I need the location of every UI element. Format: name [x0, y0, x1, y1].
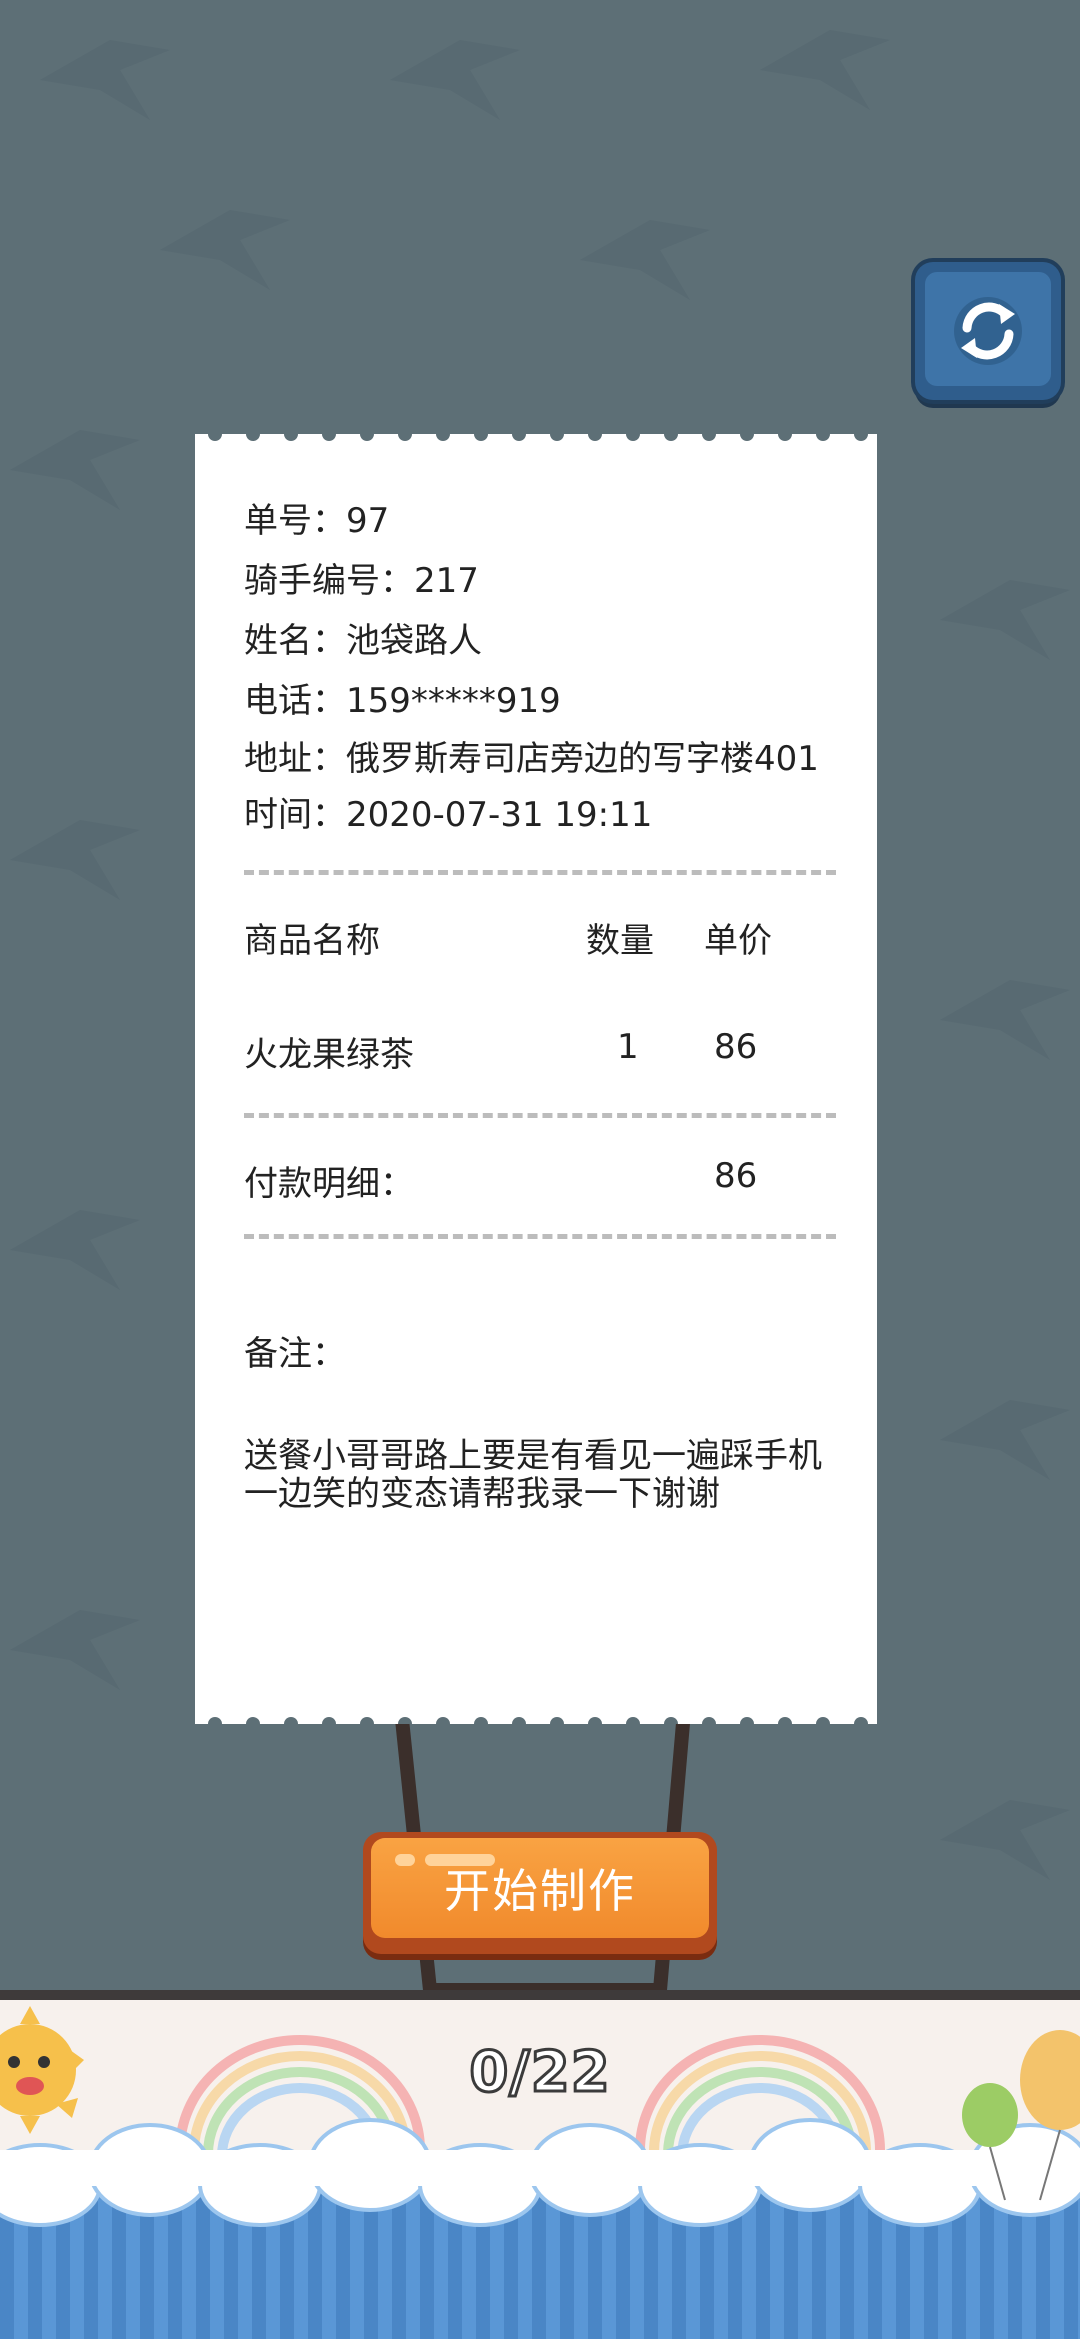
note-label: 备注：	[244, 1334, 346, 1374]
bird-silhouette-icon	[10, 1210, 140, 1290]
rider-number: 骑手编号：217	[244, 561, 479, 601]
bird-silhouette-icon	[390, 40, 520, 120]
customer-name: 姓名：池袋路人	[244, 621, 482, 661]
divider	[244, 1234, 836, 1239]
bird-silhouette-icon	[10, 820, 140, 900]
counter-edge	[0, 1990, 1080, 2000]
bird-silhouette-icon	[160, 210, 290, 290]
item-quantity: 1	[617, 1027, 639, 1067]
item-row: 火龙果绿茶 1 86	[244, 1027, 836, 1075]
note-text: 送餐小哥哥路上要是有看见一遍踩手机一边笑的变态请帮我录一下谢谢	[244, 1436, 822, 1514]
order-number: 单号：97	[244, 501, 390, 541]
bird-silhouette-icon	[940, 1400, 1070, 1480]
column-price: 单价	[704, 921, 772, 961]
bird-silhouette-icon	[580, 220, 710, 300]
item-name: 火龙果绿茶	[244, 1035, 414, 1075]
payment-label: 付款明细：	[244, 1164, 414, 1204]
bird-silhouette-icon	[40, 40, 170, 120]
order-receipt: 单号：97 骑手编号：217 姓名：池袋路人 电话：159*****919 地址…	[195, 434, 877, 1724]
refresh-button[interactable]	[915, 262, 1061, 400]
receipt-top-edge	[195, 434, 877, 448]
bird-silhouette-icon	[10, 430, 140, 510]
bird-silhouette-icon	[940, 980, 1070, 1060]
payment-row: 付款明细： 86	[244, 1156, 836, 1204]
payment-total: 86	[714, 1156, 758, 1196]
customer-phone: 电话：159*****919	[244, 681, 561, 721]
start-making-button[interactable]: 开始制作	[363, 1832, 717, 1954]
receipt-bottom-edge	[195, 1710, 877, 1724]
items-header: 商品名称 数量 单价	[244, 913, 836, 961]
button-shine	[395, 1854, 415, 1866]
bird-silhouette-icon	[940, 1800, 1070, 1880]
bird-silhouette-icon	[760, 30, 890, 110]
column-name: 商品名称	[244, 921, 380, 961]
refresh-icon	[954, 297, 1022, 365]
progress-counter: 0/22	[468, 2039, 611, 2107]
customer-address: 地址：俄罗斯寿司店旁边的写字楼401	[244, 739, 819, 779]
divider	[244, 1113, 836, 1118]
column-quantity: 数量	[586, 921, 654, 961]
item-price: 86	[714, 1027, 758, 1067]
order-time: 时间：2020-07-31 19:11	[244, 795, 653, 835]
bird-silhouette-icon	[940, 580, 1070, 660]
button-shine	[425, 1854, 495, 1866]
bird-silhouette-icon	[10, 1610, 140, 1690]
divider	[244, 870, 836, 875]
